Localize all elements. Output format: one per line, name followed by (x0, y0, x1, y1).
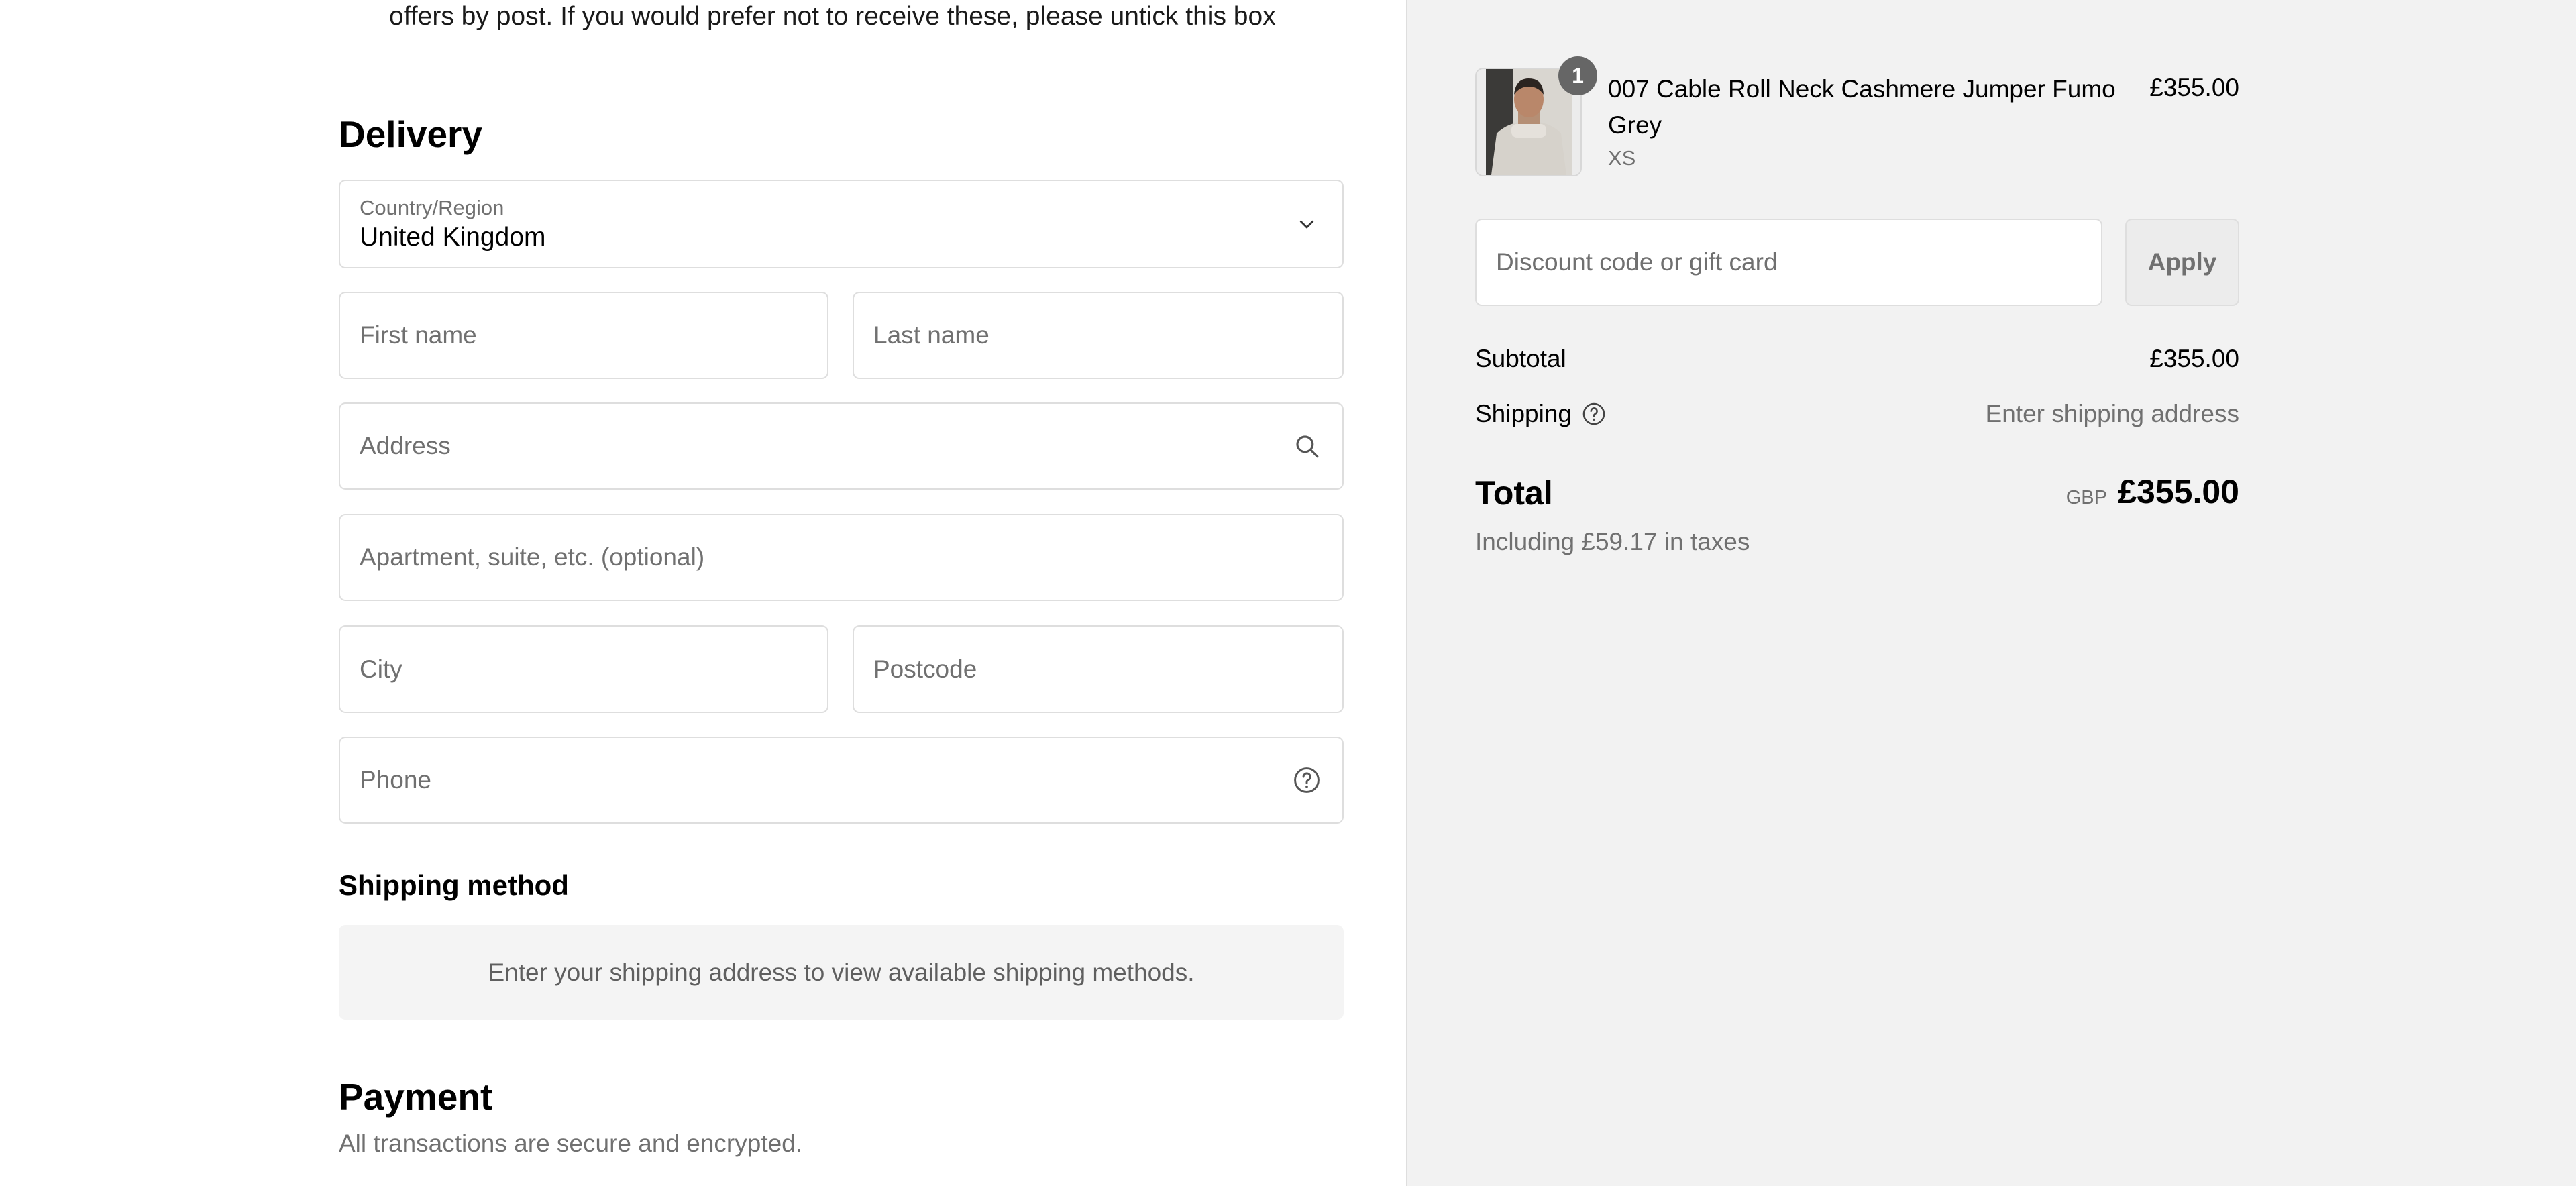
marketing-consent-text: offers by post. If you would prefer not … (389, 2, 1276, 31)
country-region-label: Country/Region (360, 196, 504, 219)
product-variant: XS (1608, 146, 1636, 170)
tax-note: Including £59.17 in taxes (1475, 528, 1750, 555)
shipping-label-text: Shipping (1475, 400, 1572, 427)
total-label: Total (1475, 474, 1553, 512)
delivery-heading: Delivery (339, 113, 483, 155)
shipping-method-notice: Enter your shipping address to view avai… (339, 925, 1344, 1020)
shipping-method-heading: Shipping method (339, 869, 569, 901)
chevron-down-icon (1291, 209, 1322, 239)
total-currency: GBP (2065, 487, 2107, 508)
subtotal-label: Subtotal (1475, 345, 1566, 373)
city-placeholder: City (360, 655, 402, 683)
help-circle-icon[interactable] (1291, 765, 1322, 796)
address-field[interactable]: Address (339, 402, 1344, 490)
first-name-placeholder: First name (360, 321, 477, 349)
quantity-badge: 1 (1558, 56, 1597, 95)
checkout-page: offers by post. If you would prefer not … (0, 0, 2576, 1186)
help-circle-icon[interactable] (1581, 401, 1607, 427)
apartment-field[interactable]: Apartment, suite, etc. (optional) (339, 514, 1344, 601)
search-icon (1291, 431, 1322, 462)
payment-heading: Payment (339, 1076, 493, 1118)
phone-placeholder: Phone (360, 766, 431, 794)
postcode-field[interactable]: Postcode (853, 625, 1344, 713)
subtotal-label-text: Subtotal (1475, 345, 1566, 372)
discount-code-input[interactable]: Discount code or gift card (1475, 219, 2102, 306)
product-name: 007 Cable Roll Neck Cashmere Jumper Fumo… (1608, 75, 2116, 139)
city-field[interactable]: City (339, 625, 828, 713)
payment-subtitle: All transactions are secure and encrypte… (339, 1130, 803, 1157)
total-value: £355.00 (2118, 473, 2239, 510)
discount-code-placeholder: Discount code or gift card (1496, 248, 1778, 276)
apartment-placeholder: Apartment, suite, etc. (optional) (360, 543, 705, 571)
address-placeholder: Address (360, 432, 451, 460)
last-name-field[interactable]: Last name (853, 292, 1344, 379)
shipping-label: Shipping (1475, 400, 1607, 428)
country-region-value: United Kingdom (360, 223, 546, 252)
phone-field[interactable]: Phone (339, 737, 1344, 824)
last-name-placeholder: Last name (873, 321, 989, 349)
subtotal-value: £355.00 (2149, 345, 2239, 372)
product-price: £355.00 (2149, 74, 2239, 101)
order-summary (1407, 0, 2576, 1186)
apply-discount-button[interactable]: Apply (2125, 219, 2239, 306)
shipping-value: Enter shipping address (1985, 400, 2239, 427)
first-name-field[interactable]: First name (339, 292, 828, 379)
postcode-placeholder: Postcode (873, 655, 977, 683)
checkout-form-column: offers by post. If you would prefer not … (0, 0, 1407, 1186)
country-region-select[interactable]: Country/Region United Kingdom (339, 180, 1344, 268)
